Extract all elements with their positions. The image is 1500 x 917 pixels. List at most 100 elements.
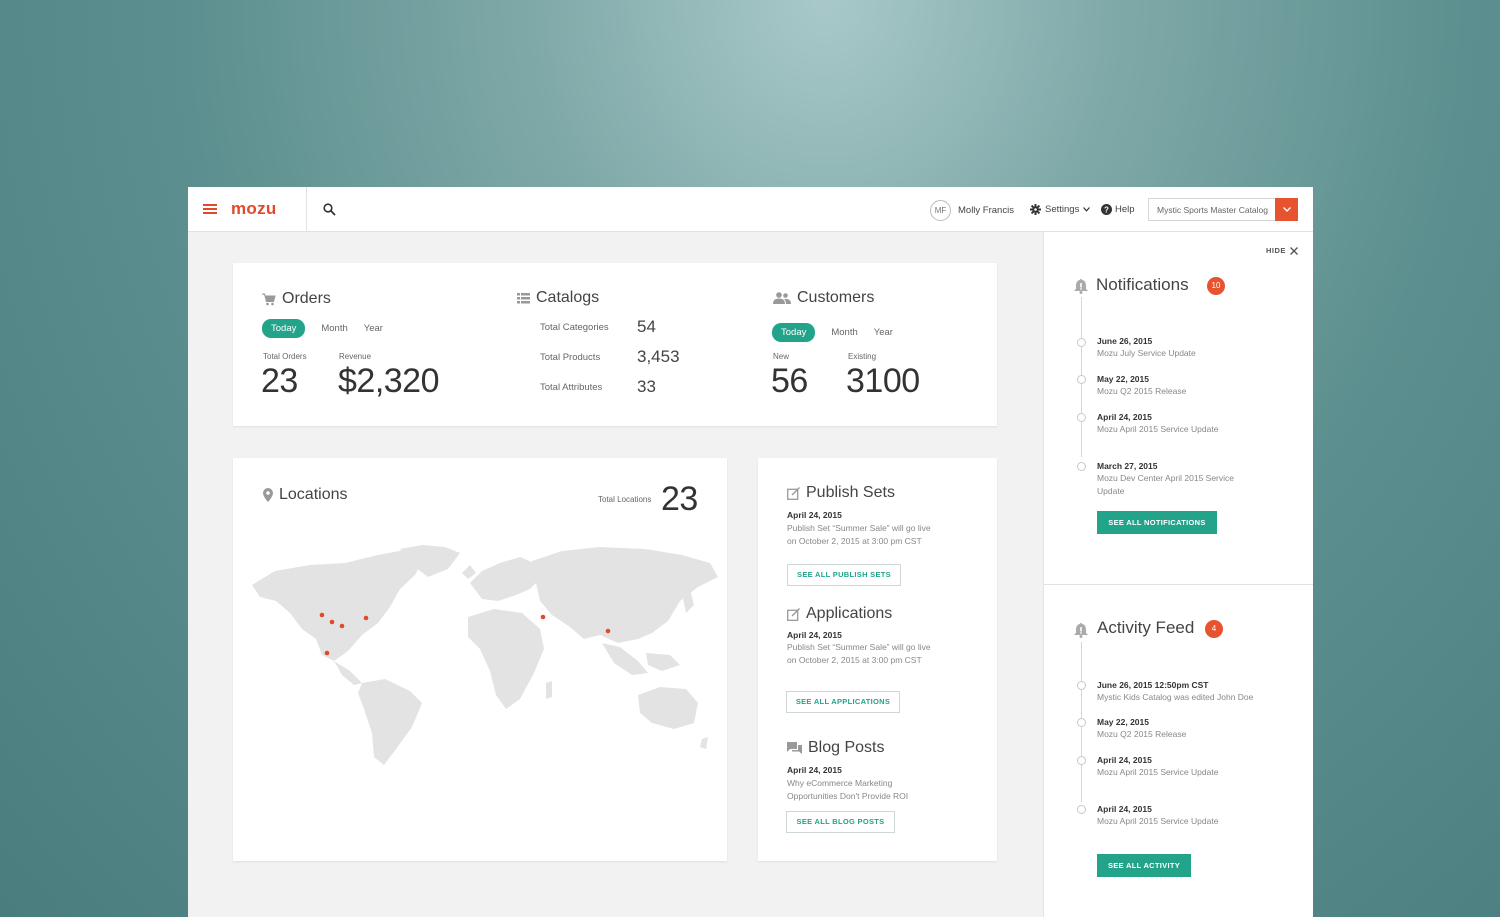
timeline-dot (1077, 375, 1086, 384)
applications-desc-line1: Publish Set “Summer Sale” will go live (787, 642, 931, 652)
notification-text: Mozu April 2015 Service Update (1097, 424, 1219, 434)
list-icon (517, 292, 530, 303)
applications-date: April 24, 2015 (787, 630, 842, 640)
revenue-value: $2,320 (338, 362, 440, 400)
locations-title-label: Locations (279, 486, 348, 503)
location-marker[interactable] (319, 612, 325, 618)
notification-date: April 24, 2015 (1097, 412, 1152, 422)
activity-date: June 26, 2015 12:50pm CST (1097, 680, 1209, 690)
publish-sets-date: April 24, 2015 (787, 510, 842, 520)
timeline-dot (1077, 462, 1086, 471)
applications-title-label: Applications (806, 605, 893, 622)
catalogs-title-label: Catalogs (536, 289, 600, 306)
hamburger-menu-icon[interactable] (203, 204, 217, 215)
orders-title-label: Orders (282, 290, 331, 307)
dashboard-window: mozu MF Molly Francis Settings ? Help My… (188, 187, 1313, 917)
hide-panel-button[interactable]: HIDE (1266, 246, 1298, 255)
activity-date: April 24, 2015 (1097, 804, 1152, 814)
help-icon: ? (1101, 204, 1112, 215)
header-divider (306, 187, 307, 232)
location-marker[interactable] (363, 615, 369, 621)
total-categories-label: Total Categories (540, 322, 609, 333)
locations-card: Locations Total Locations 23 (233, 458, 727, 861)
tab-today[interactable]: Today (262, 319, 306, 338)
activity-text: Mozu April 2015 Service Update (1097, 767, 1219, 777)
timeline-dot (1077, 338, 1086, 347)
total-products-value: 3,453 (637, 347, 680, 366)
tab-today[interactable]: Today (772, 323, 816, 342)
timeline-dot (1077, 681, 1086, 690)
activity-text: Mystic Kids Catalog was edited John Doe (1097, 692, 1254, 702)
orders-title: Orders (262, 290, 331, 308)
settings-menu[interactable]: Settings (1030, 204, 1091, 215)
location-marker[interactable] (339, 623, 345, 629)
avatar[interactable]: MF (930, 200, 951, 221)
activity-text: Mozu Q2 2015 Release (1097, 729, 1187, 739)
close-icon (1289, 246, 1298, 255)
total-attributes-label: Total Attributes (540, 382, 603, 393)
chevron-down-icon (1083, 207, 1091, 212)
users-icon (773, 292, 791, 304)
tab-year[interactable]: Year (364, 323, 383, 334)
total-products-label: Total Products (540, 352, 601, 363)
location-marker[interactable] (540, 614, 546, 620)
help-link[interactable]: ? Help (1101, 204, 1135, 215)
help-label: Help (1115, 204, 1135, 215)
activity-count-badge: 4 (1205, 620, 1223, 638)
publish-sets-desc-line1: Publish Set “Summer Sale” will go live (787, 523, 931, 533)
activity-date: May 22, 2015 (1097, 717, 1149, 727)
orders-period-tabs: Today Month Year (262, 319, 383, 338)
see-all-activity-button[interactable]: SEE ALL ACTIVITY (1097, 854, 1191, 877)
tab-year[interactable]: Year (874, 327, 893, 338)
see-all-notifications-button[interactable]: SEE ALL NOTIFICATIONS (1097, 511, 1217, 534)
timeline-dot (1077, 413, 1086, 422)
applications-title: Applications (787, 605, 892, 623)
notification-date: May 22, 2015 (1097, 374, 1149, 384)
catalog-select-value: Mystic Sports Master Catalog (1157, 205, 1269, 215)
external-edit-icon (787, 486, 800, 500)
blog-posts-title: Blog Posts (787, 739, 884, 757)
notification-date: June 26, 2015 (1097, 336, 1153, 346)
catalog-select[interactable]: Mystic Sports Master Catalog (1148, 198, 1298, 221)
map-pin-icon (263, 488, 273, 502)
catalogs-title: Catalogs (517, 289, 599, 307)
existing-customers-value: 3100 (846, 362, 920, 400)
blog-posts-desc-line2: Opportunities Don't Provide ROI (787, 791, 909, 801)
see-all-applications-button[interactable]: SEE ALL APPLICATIONS (786, 691, 900, 713)
location-marker[interactable] (324, 650, 330, 656)
timeline-dot (1077, 756, 1086, 765)
svg-text:?: ? (1104, 206, 1109, 215)
search-icon[interactable] (323, 203, 336, 216)
bell-icon (1074, 622, 1088, 638)
catalog-dropdown-button[interactable] (1275, 198, 1298, 221)
see-all-blog-posts-button[interactable]: SEE ALL BLOG POSTS (786, 811, 895, 833)
notification-date: March 27, 2015 (1097, 461, 1158, 471)
logo[interactable]: mozu (231, 199, 277, 219)
notifications-count-badge: 10 (1207, 277, 1225, 295)
top-bar: mozu MF Molly Francis Settings ? Help My… (188, 187, 1313, 232)
customers-period-tabs: Today Month Year (772, 323, 893, 342)
locations-title: Locations (263, 486, 348, 504)
applications-desc-line2: on October 2, 2015 at 3:00 pm CST (787, 655, 922, 665)
total-locations-value: 23 (661, 480, 698, 518)
customers-title: Customers (773, 289, 874, 307)
tab-month[interactable]: Month (321, 323, 347, 334)
existing-customers-label: Existing (848, 352, 877, 361)
location-marker[interactable] (329, 619, 335, 625)
see-all-publish-sets-button[interactable]: SEE ALL PUBLISH SETS (787, 564, 901, 586)
tab-month[interactable]: Month (831, 327, 857, 338)
publish-sets-title: Publish Sets (787, 484, 895, 502)
timeline-dot (1077, 805, 1086, 814)
activity-feed-title: Activity Feed (1097, 618, 1195, 637)
activity-text: Mozu April 2015 Service Update (1097, 816, 1219, 826)
settings-label: Settings (1045, 204, 1080, 215)
user-name[interactable]: Molly Francis (958, 205, 1014, 216)
notifications-panel: HIDE Notifications 10 June 26, 2015 Mozu… (1043, 232, 1313, 917)
location-marker[interactable] (605, 628, 611, 634)
cart-icon (262, 293, 276, 305)
publish-sets-title-label: Publish Sets (806, 484, 895, 501)
new-customers-value: 56 (771, 362, 808, 400)
blog-posts-title-label: Blog Posts (808, 739, 885, 756)
revenue-label: Revenue (339, 352, 372, 361)
notification-text: Mozu July Service Update (1097, 348, 1196, 358)
